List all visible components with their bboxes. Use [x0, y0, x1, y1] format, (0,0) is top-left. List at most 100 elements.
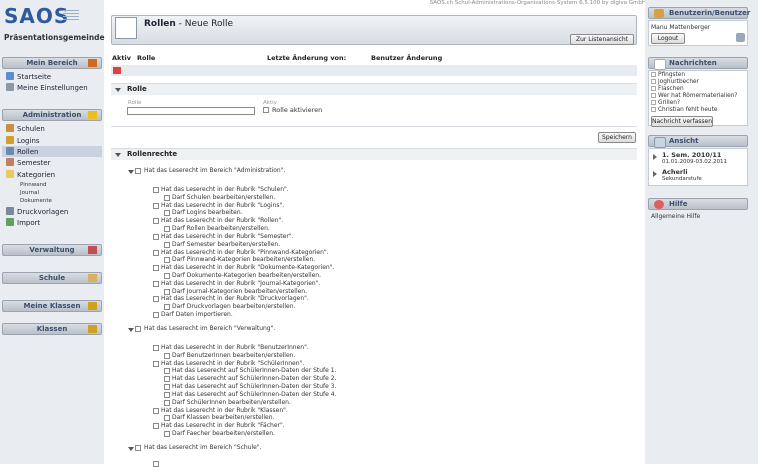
- sidebar-item-label: Druckvorlagen: [17, 208, 69, 216]
- rolle-section-title: Rolle: [127, 85, 147, 93]
- permission-checkbox[interactable]: [164, 399, 170, 406]
- wrench-icon[interactable]: [736, 33, 745, 42]
- permission-checkbox[interactable]: [164, 194, 170, 201]
- sidebar-item-meine-einstellungen[interactable]: Meine Einstellungen: [6, 83, 88, 93]
- group-checkbox[interactable]: [135, 168, 141, 174]
- col-aktiv[interactable]: Aktiv: [112, 54, 131, 62]
- permission-label: Hat das Leserecht in der Rubrik "Pinnwan…: [161, 248, 329, 256]
- building-icon: [88, 274, 97, 282]
- sidebar-item-logins[interactable]: Logins: [6, 136, 40, 146]
- permission-checkbox[interactable]: [164, 241, 170, 248]
- sidebar-subitem-pinnwand[interactable]: Pinnwand: [20, 181, 47, 189]
- back-to-list-button[interactable]: Zur Listenansicht: [570, 34, 634, 45]
- roles-icon: [6, 147, 14, 155]
- permission-checkbox[interactable]: [153, 280, 159, 287]
- permission-checkbox[interactable]: [164, 288, 170, 295]
- sidebar-item-import[interactable]: Import: [6, 218, 40, 228]
- monitor-icon: [654, 137, 666, 148]
- sidebar-item-startseite[interactable]: Startseite: [6, 72, 51, 82]
- permission-checkbox[interactable]: [153, 218, 159, 225]
- compose-message-button[interactable]: Nachricht verfassen: [651, 116, 713, 127]
- permission-checkbox[interactable]: [153, 312, 159, 319]
- delete-icon[interactable]: [113, 67, 121, 74]
- semester-select[interactable]: 1. Sem. 2010/11: [662, 152, 721, 159]
- permission-checkbox[interactable]: [164, 210, 170, 217]
- sidebar-item-kategorien[interactable]: Kategorien: [6, 170, 55, 180]
- verwaltung-title: Verwaltung: [29, 246, 75, 254]
- sidebar-item-label: Meine Einstellungen: [17, 84, 88, 92]
- permission-checkbox[interactable]: [153, 296, 159, 303]
- group-checkbox[interactable]: [135, 445, 141, 451]
- col-benutzer-aenderung[interactable]: Benutzer Änderung: [371, 54, 442, 62]
- group-collapse-icon[interactable]: [128, 447, 134, 451]
- sidebar-item-label: Kategorien: [17, 171, 56, 179]
- school-select[interactable]: Acherli: [662, 169, 688, 176]
- permission-checkbox[interactable]: [164, 431, 170, 438]
- sidebar-item-druckvorlagen[interactable]: Druckvorlagen: [6, 207, 68, 217]
- rolle-aktivieren-checkbox[interactable]: [263, 107, 269, 113]
- permission-checkbox[interactable]: [153, 187, 159, 193]
- schule-header[interactable]: Schule: [2, 272, 102, 284]
- view-panel-title: Ansicht: [669, 137, 699, 145]
- sidebar-item-label: Logins: [17, 137, 40, 145]
- group-checkbox[interactable]: [135, 326, 141, 332]
- permission-label: Darf Faecher bearbeiten/erstellen.: [172, 430, 275, 438]
- permission-checkbox[interactable]: [164, 391, 170, 398]
- permission-checkbox[interactable]: [164, 384, 170, 391]
- message-item[interactable]: Joghurtbecher: [651, 79, 699, 86]
- permission-label: Hat das Leserecht in der Rubrik "Logins"…: [161, 201, 285, 209]
- permission-checkbox[interactable]: [153, 233, 159, 240]
- message-title: Joghurtbecher: [658, 79, 699, 85]
- permission-checkbox[interactable]: [153, 360, 159, 367]
- save-button[interactable]: Speichern: [598, 132, 636, 143]
- permission-checkbox[interactable]: [164, 376, 170, 383]
- user-panel-header: Benutzerin/Benutzer: [648, 7, 750, 19]
- permission-checkbox[interactable]: [164, 415, 170, 422]
- rollenrechte-section-bar[interactable]: Rollenrechte: [111, 148, 637, 160]
- sidebar-item-schulen[interactable]: Schulen: [6, 124, 45, 134]
- group-collapse-icon[interactable]: [128, 170, 134, 174]
- permission-checkbox[interactable]: [164, 352, 170, 359]
- meine-klassen-header[interactable]: Meine Klassen: [2, 300, 102, 312]
- permission-label: Hat das Leserecht in der Rubrik "Journal…: [161, 279, 321, 287]
- message-item[interactable]: Flaschen: [651, 86, 684, 93]
- message-item[interactable]: Grillen?: [651, 100, 680, 107]
- message-icon: [654, 59, 666, 70]
- permission-checkbox[interactable]: [164, 273, 170, 280]
- permission-checkbox[interactable]: [153, 461, 159, 467]
- logout-button[interactable]: Logout: [651, 33, 685, 44]
- permission-checkbox[interactable]: [164, 257, 170, 264]
- arrow-right-icon: [653, 171, 657, 177]
- permission-label: Darf Pinnwand-Kategorien bearbeiten/erst…: [172, 256, 316, 264]
- message-item[interactable]: Wer hat Römermaterialien?: [651, 93, 737, 100]
- permission-checkbox[interactable]: [164, 368, 170, 375]
- rolle-input[interactable]: [127, 107, 255, 115]
- message-item[interactable]: Christian fehlt heute: [651, 107, 717, 114]
- permission-checkbox[interactable]: [164, 226, 170, 233]
- rolle-aktivieren-label: Rolle aktivieren: [272, 106, 323, 114]
- col-letzte-aenderung[interactable]: Letzte Änderung von:: [267, 54, 346, 62]
- page-title: Rollen - Neue Rolle: [144, 19, 233, 29]
- permission-checkbox[interactable]: [153, 202, 159, 209]
- col-rolle[interactable]: Rolle: [137, 54, 155, 62]
- home-icon: [6, 72, 14, 80]
- message-title: Grillen?: [658, 100, 681, 106]
- permission-checkbox[interactable]: [164, 304, 170, 311]
- app-logo[interactable]: SAOS: [4, 4, 69, 28]
- permission-checkbox[interactable]: [153, 249, 159, 256]
- klassen-header[interactable]: Klassen: [2, 323, 102, 335]
- permission-checkbox[interactable]: [153, 407, 159, 414]
- help-link[interactable]: Allgemeine Hilfe: [651, 213, 700, 220]
- group-collapse-icon[interactable]: [128, 328, 134, 332]
- permission-checkbox[interactable]: [153, 345, 159, 351]
- sidebar-item-rollen[interactable]: Rollen: [6, 147, 38, 157]
- sidebar-subitem-dokumente[interactable]: Dokumente: [20, 197, 52, 205]
- sidebar-item-semester[interactable]: Semester: [6, 158, 50, 168]
- permission-checkbox[interactable]: [153, 265, 159, 272]
- message-item[interactable]: Pfingsten: [651, 72, 685, 79]
- permission-checkbox[interactable]: [153, 423, 159, 430]
- verwaltung-header[interactable]: Verwaltung: [2, 244, 102, 256]
- envelope-icon: [651, 107, 656, 112]
- rolle-section-bar[interactable]: Rolle: [111, 83, 637, 95]
- sidebar-subitem-journal[interactable]: Journal: [20, 189, 39, 197]
